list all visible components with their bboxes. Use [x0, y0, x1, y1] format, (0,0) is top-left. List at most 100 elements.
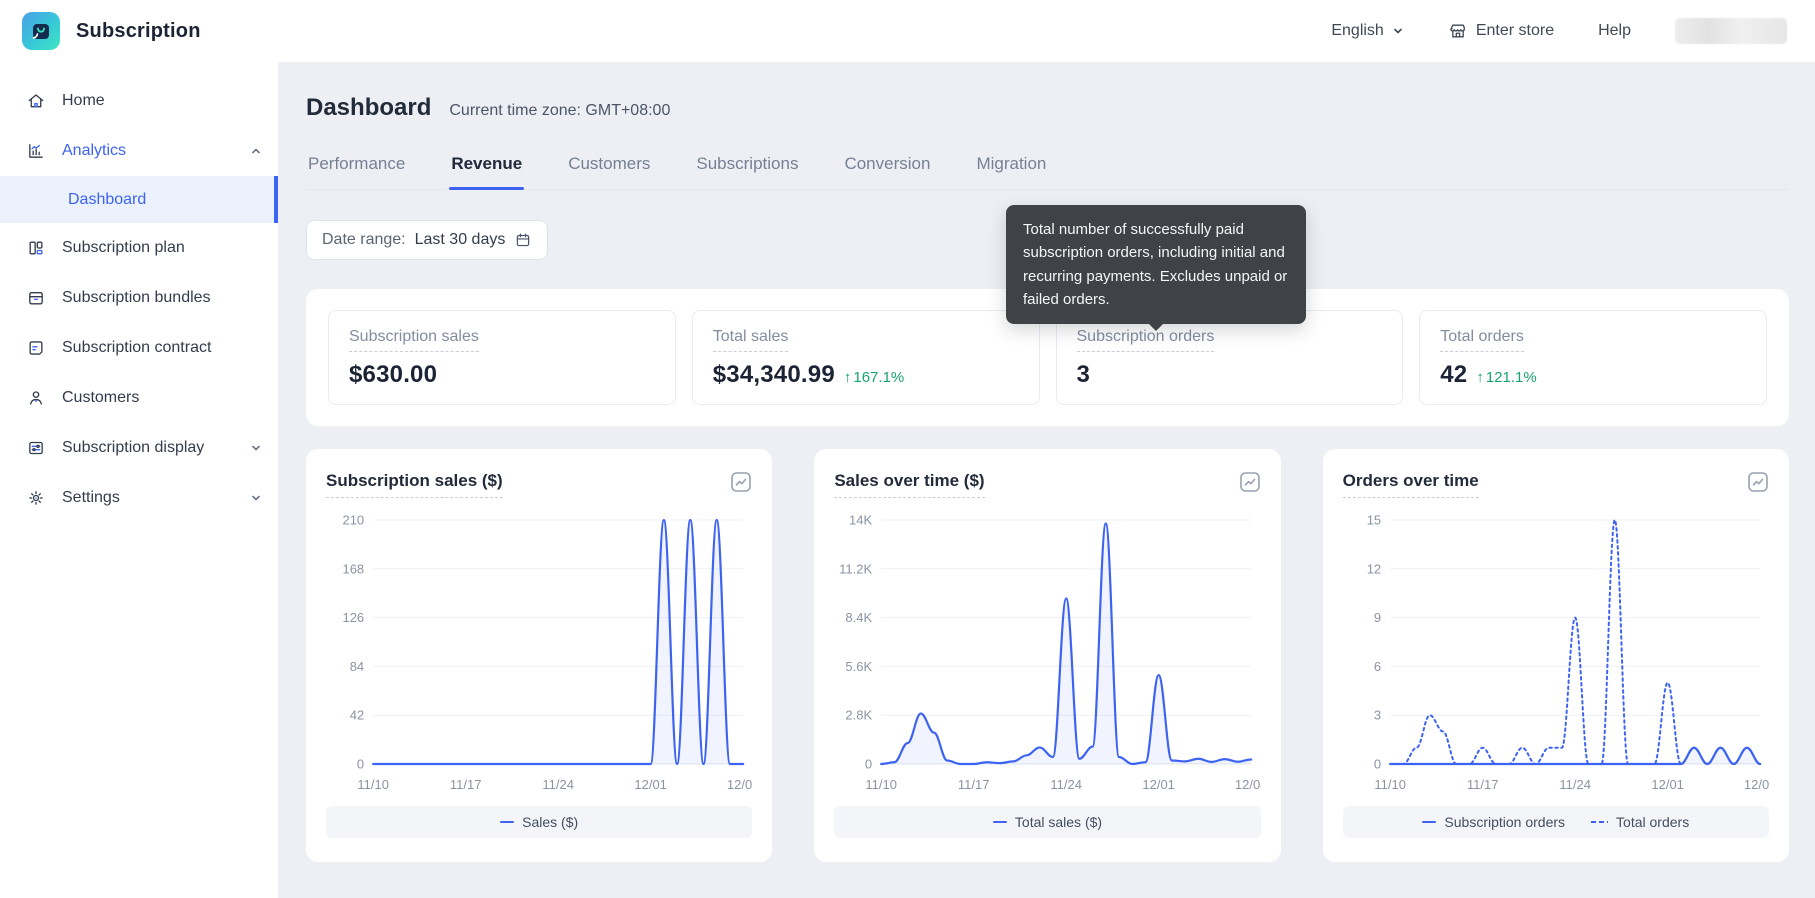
svg-text:11/10: 11/10: [866, 777, 898, 792]
chart-view-toggle-button[interactable]: [1747, 471, 1769, 493]
solid-line-marker: [500, 821, 514, 824]
enter-store-button[interactable]: Enter store: [1448, 21, 1554, 41]
svg-text:11/17: 11/17: [958, 777, 990, 792]
chart-card-sales-over-time: Sales over time ($) 14K11.2K8.4K5.6K2.8K…: [814, 449, 1280, 862]
svg-text:210: 210: [342, 513, 364, 528]
sales-over-time-line-chart: 14K11.2K8.4K5.6K2.8K011/1011/1711/2412/0…: [834, 506, 1260, 798]
svg-text:126: 126: [342, 610, 364, 625]
legend-item-sales[interactable]: Sales ($): [500, 814, 578, 830]
sidebar-item-analytics[interactable]: Analytics: [0, 126, 278, 176]
help-label: Help: [1598, 22, 1631, 40]
sidebar-item-dashboard[interactable]: Dashboard: [0, 176, 278, 223]
chart-title[interactable]: Orders over time: [1343, 471, 1479, 498]
sidebar-item-subscription-plan[interactable]: Subscription plan: [0, 223, 278, 273]
svg-text:0: 0: [1374, 757, 1381, 772]
enter-store-label: Enter store: [1476, 22, 1554, 40]
sidebar-item-label: Settings: [62, 489, 120, 507]
stat-label[interactable]: Subscription sales: [349, 328, 479, 352]
chart-title[interactable]: Subscription sales ($): [326, 471, 503, 498]
storefront-icon: [1448, 21, 1468, 41]
svg-text:3: 3: [1374, 708, 1381, 723]
tab-performance[interactable]: Performance: [306, 148, 407, 189]
stat-label[interactable]: Total sales: [713, 328, 789, 352]
chart-title[interactable]: Sales over time ($): [834, 471, 984, 498]
mini-chart-icon: [1747, 471, 1769, 493]
home-icon: [26, 91, 46, 111]
svg-text:6: 6: [1374, 659, 1381, 674]
app-title: Subscription: [76, 20, 201, 43]
tooltip-text: Total number of successfully paid subscr…: [1023, 221, 1287, 308]
up-arrow-icon: ↑: [1476, 369, 1484, 386]
sidebar-item-label: Subscription contract: [62, 339, 211, 357]
solid-line-marker: [993, 821, 1007, 824]
date-range-selector[interactable]: Date range: Last 30 days: [306, 220, 548, 260]
subscription-bundles-icon: [26, 288, 46, 308]
stat-value: 3: [1077, 361, 1091, 389]
legend-item-total-orders[interactable]: Total orders: [1591, 814, 1689, 830]
tab-conversion[interactable]: Conversion: [842, 148, 932, 189]
app-logo: [22, 12, 60, 50]
sidebar-item-label: Subscription plan: [62, 239, 185, 257]
svg-text:12/08: 12/08: [1235, 777, 1260, 792]
language-label: English: [1331, 22, 1383, 40]
sidebar-item-settings[interactable]: Settings: [0, 473, 278, 523]
svg-text:8.4K: 8.4K: [846, 610, 873, 625]
stat-value: $34,340.99: [713, 361, 835, 389]
svg-text:12: 12: [1366, 561, 1380, 576]
sidebar-item-label: Customers: [62, 389, 139, 407]
chevron-down-icon: [1392, 25, 1404, 37]
stat-card-total-orders: Total orders 42 ↑121.1%: [1419, 310, 1767, 405]
subscription-contract-icon: [26, 338, 46, 358]
sidebar-item-subscription-contract[interactable]: Subscription contract: [0, 323, 278, 373]
tab-customers[interactable]: Customers: [566, 148, 652, 189]
legend-item-subscription-orders[interactable]: Subscription orders: [1422, 814, 1565, 830]
chart-legend: Sales ($): [326, 806, 752, 838]
chart-view-toggle-button[interactable]: [1239, 471, 1261, 493]
tab-migration[interactable]: Migration: [974, 148, 1048, 189]
sidebar-item-subscription-display[interactable]: Subscription display: [0, 423, 278, 473]
analytics-icon: [26, 141, 46, 161]
calendar-icon: [514, 231, 532, 249]
sidebar-item-subscription-bundles[interactable]: Subscription bundles: [0, 273, 278, 323]
chevron-down-icon: [250, 492, 262, 504]
svg-text:12/08: 12/08: [727, 777, 752, 792]
help-button[interactable]: Help: [1598, 22, 1631, 40]
stat-card-subscription-sales: Subscription sales $630.00: [328, 310, 676, 405]
chart-legend: Subscription orders Total orders: [1343, 806, 1769, 838]
charts-row: Subscription sales ($) 2101681268442011/…: [306, 449, 1789, 862]
sidebar-item-label: Analytics: [62, 142, 126, 160]
main-content: Dashboard Current time zone: GMT+08:00 P…: [278, 62, 1815, 898]
svg-text:9: 9: [1374, 610, 1381, 625]
language-selector[interactable]: English: [1331, 22, 1403, 40]
stat-delta: ↑167.1%: [844, 369, 904, 386]
svg-text:11/24: 11/24: [1559, 777, 1591, 792]
tab-subscriptions[interactable]: Subscriptions: [694, 148, 800, 189]
svg-text:11.2K: 11.2K: [839, 561, 872, 576]
svg-text:12/08: 12/08: [1744, 777, 1769, 792]
sidebar: Home Analytics Dashboard Subscription pl…: [0, 62, 278, 898]
stat-label[interactable]: Subscription orders: [1077, 328, 1215, 352]
sidebar-item-label: Subscription display: [62, 439, 204, 457]
chart-view-toggle-button[interactable]: [730, 471, 752, 493]
sidebar-item-customers[interactable]: Customers: [0, 373, 278, 423]
store-name-badge-blurred[interactable]: [1675, 18, 1787, 44]
svg-text:15: 15: [1366, 513, 1380, 528]
sidebar-item-home[interactable]: Home: [0, 76, 278, 126]
sidebar-item-label: Subscription bundles: [62, 289, 211, 307]
svg-text:11/24: 11/24: [1051, 777, 1083, 792]
stat-card-total-sales: Total sales $34,340.99 ↑167.1%: [692, 310, 1040, 405]
solid-line-marker: [1422, 821, 1436, 824]
stat-value: $630.00: [349, 361, 437, 389]
svg-text:5.6K: 5.6K: [846, 659, 873, 674]
legend-item-total-sales[interactable]: Total sales ($): [993, 814, 1102, 830]
tab-bar: Performance Revenue Customers Subscripti…: [306, 148, 1789, 190]
tab-revenue[interactable]: Revenue: [449, 148, 524, 189]
page-title: Dashboard: [306, 94, 431, 122]
svg-text:11/24: 11/24: [542, 777, 574, 792]
stat-card-subscription-orders: Subscription orders 3: [1056, 310, 1404, 405]
mini-chart-icon: [1239, 471, 1261, 493]
chart-card-subscription-sales: Subscription sales ($) 2101681268442011/…: [306, 449, 772, 862]
subscription-plan-icon: [26, 238, 46, 258]
stat-label[interactable]: Total orders: [1440, 328, 1524, 352]
tooltip-subscription-orders: Total number of successfully paid subscr…: [1006, 205, 1306, 324]
